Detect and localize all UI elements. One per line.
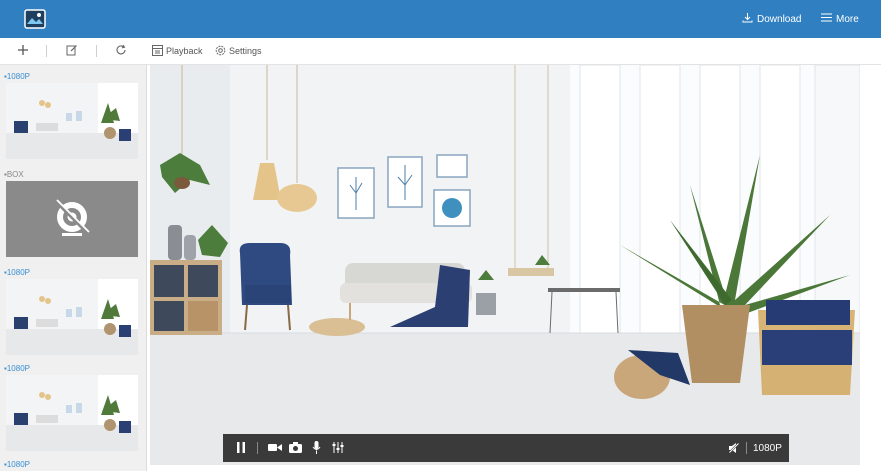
resolution-selector[interactable]: 1080P — [753, 434, 782, 462]
video-frame — [150, 65, 860, 465]
snapshot-button[interactable] — [289, 442, 302, 456]
camera-list-item[interactable]: ▪1080P — [4, 71, 140, 159]
settings-label: Settings — [229, 46, 262, 56]
pause-button[interactable] — [236, 441, 246, 457]
camera-thumbnail — [6, 375, 138, 451]
live-video-view[interactable] — [150, 65, 860, 465]
download-icon — [742, 12, 753, 26]
camera-offline-icon — [54, 199, 90, 236]
camera-thumbnail — [6, 83, 138, 159]
toolbar: Playback Settings — [0, 38, 881, 65]
settings-button[interactable]: Settings — [215, 38, 262, 64]
record-button[interactable] — [268, 442, 282, 456]
refresh-button[interactable] — [115, 38, 127, 64]
microphone-icon — [312, 441, 321, 457]
adjust-button[interactable] — [332, 441, 344, 457]
pause-icon — [236, 441, 246, 457]
edit-icon — [66, 44, 78, 58]
camera-label: ▪1080P — [4, 268, 30, 277]
camera-thumbnail — [6, 279, 138, 355]
sliders-icon — [332, 441, 344, 457]
camera-icon — [289, 442, 302, 456]
video-camera-icon — [268, 442, 282, 456]
camera-list: ▪1080P ▪BOX ▪1080P ▪1080P ▪1080P — [0, 65, 147, 471]
camera-list-item[interactable]: ▪1080P — [4, 267, 140, 355]
refresh-icon — [115, 44, 127, 58]
resolution-label: 1080P — [753, 442, 782, 454]
control-divider — [257, 442, 258, 454]
download-label: Download — [757, 13, 802, 25]
menu-icon — [821, 13, 832, 25]
microphone-button[interactable] — [312, 441, 321, 457]
camera-label: ▪1080P — [4, 364, 30, 373]
plus-icon — [17, 44, 29, 58]
camera-label: ▪1080P — [4, 460, 30, 469]
player-control-bar: 1080P — [223, 434, 789, 462]
app-logo-icon — [24, 9, 46, 29]
playback-icon — [152, 44, 163, 58]
camera-label: ▪BOX — [4, 170, 24, 179]
camera-list-item[interactable]: ▪1080P — [4, 363, 140, 451]
control-divider — [746, 442, 747, 454]
camera-label: ▪1080P — [4, 72, 30, 81]
toolbar-divider — [46, 45, 47, 57]
camera-thumbnail-offline — [6, 181, 138, 257]
more-button[interactable]: More — [821, 0, 859, 38]
playback-label: Playback — [166, 46, 203, 56]
camera-list-item[interactable]: ▪BOX — [4, 169, 140, 257]
playback-button[interactable]: Playback — [152, 38, 203, 64]
camera-list-item[interactable]: ▪1080P — [4, 459, 140, 471]
add-device-button[interactable] — [17, 38, 29, 64]
gear-icon — [215, 45, 226, 58]
top-bar: Download More — [0, 0, 881, 38]
mute-button[interactable] — [728, 442, 740, 457]
toolbar-divider — [96, 45, 97, 57]
speaker-muted-icon — [728, 442, 740, 457]
more-label: More — [836, 13, 859, 25]
download-button[interactable]: Download — [742, 0, 801, 38]
edit-button[interactable] — [66, 38, 78, 64]
